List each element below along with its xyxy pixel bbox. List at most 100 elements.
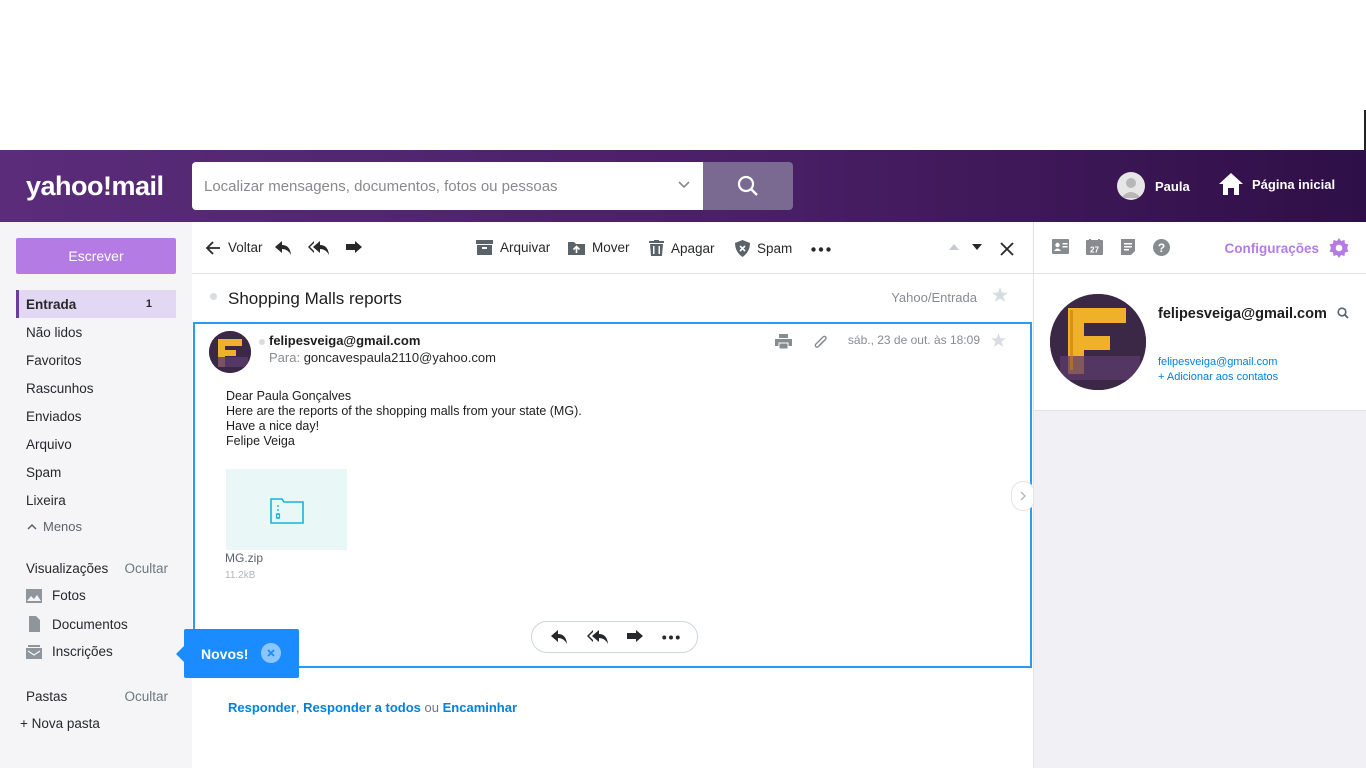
right-panel: 27 ? Configurações felipesveiga@gmail.co… (1033, 222, 1366, 768)
toast-close-button[interactable] (261, 643, 281, 663)
quick-actions-pill (531, 621, 698, 653)
chevron-right-icon (1020, 491, 1026, 501)
expand-panel-button[interactable] (1011, 481, 1035, 511)
recipient-email[interactable]: goncavespaula2110@yahoo.com (304, 350, 496, 365)
or-text: ou (424, 700, 439, 715)
body-line: Here are the reports of the shopping mal… (226, 404, 582, 418)
reply-icon[interactable] (549, 629, 569, 645)
reply-all-icon[interactable] (308, 240, 330, 256)
user-profile[interactable]: Paula (1117, 172, 1190, 200)
folder-path: Yahoo/Entrada (891, 290, 977, 305)
search-input[interactable] (192, 162, 662, 210)
reply-all-link[interactable]: Responder a todos (303, 700, 421, 715)
more-options-icon[interactable] (811, 247, 831, 252)
folder-trash[interactable]: Lixeira (16, 486, 176, 514)
attachment-thumbnail[interactable] (226, 469, 347, 550)
folder-archive[interactable]: Arquivo (16, 430, 176, 458)
move-button[interactable]: Mover (568, 240, 630, 255)
folder-unread[interactable]: Não lidos (16, 318, 176, 346)
gear-icon[interactable] (1329, 238, 1349, 258)
folder-label: Arquivo (26, 436, 72, 452)
message-star-icon[interactable] (991, 333, 1006, 347)
message-body: Dear Paula Gonçalves Here are the report… (226, 389, 582, 449)
folder-label: Enviados (26, 408, 82, 424)
view-photos[interactable]: Fotos (26, 588, 86, 603)
folder-label: Spam (26, 464, 62, 480)
view-subscriptions[interactable]: Inscrições (26, 644, 113, 659)
folder-inbox[interactable]: Entrada 1 (16, 290, 176, 318)
attachment-name[interactable]: MG.zip (225, 551, 263, 565)
back-button[interactable]: Voltar (206, 240, 263, 255)
read-status-dot[interactable] (210, 293, 217, 300)
next-message-icon[interactable] (971, 243, 983, 251)
contact-avatar[interactable] (1050, 294, 1146, 390)
folders-hide-link[interactable]: Ocultar (124, 689, 168, 704)
message-subject: Shopping Malls reports (228, 289, 402, 308)
to-label: Para: (269, 350, 301, 365)
folder-label: Lixeira (26, 492, 66, 508)
print-icon[interactable] (775, 334, 792, 349)
message-toolbar: Voltar Arquivar Mover Apagar Spam (192, 222, 1033, 274)
view-label: Documentos (52, 616, 128, 632)
views-hide-link[interactable]: Ocultar (124, 561, 168, 576)
sender-status-dot (259, 339, 265, 345)
add-contact-link[interactable]: + Adicionar aos contatos (1158, 371, 1278, 383)
folder-sent[interactable]: Enviados (16, 402, 176, 430)
close-icon (267, 649, 275, 657)
chevron-up-icon (27, 523, 37, 530)
contact-email-link[interactable]: felipesveiga@gmail.com (1158, 356, 1277, 368)
compose-button[interactable]: Escrever (16, 238, 176, 274)
view-documents[interactable]: Documentos (26, 616, 128, 632)
blank-top-area (0, 0, 1366, 150)
folder-spam[interactable]: Spam (16, 458, 176, 486)
letter-f-avatar-image (1050, 294, 1146, 390)
folder-label: Rascunhos (26, 380, 94, 396)
photo-icon (26, 588, 42, 603)
more-options-icon[interactable] (662, 635, 680, 640)
subscriptions-icon (26, 644, 42, 659)
spam-button[interactable]: Spam (735, 240, 792, 257)
reply-all-icon[interactable] (586, 629, 609, 645)
previous-message-icon[interactable] (948, 243, 960, 251)
contact-card: felipesveiga@gmail.com felipesveiga@gmai… (1034, 274, 1366, 411)
attachment-icon[interactable] (814, 334, 828, 350)
archive-button[interactable]: Arquivar (476, 240, 550, 255)
sender-avatar[interactable] (209, 331, 251, 373)
trash-icon (649, 240, 664, 256)
chevron-down-icon[interactable] (677, 178, 691, 192)
view-label: Fotos (52, 588, 86, 603)
delete-button[interactable]: Apagar (649, 240, 715, 256)
forward-icon[interactable] (345, 240, 363, 256)
home-icon (1219, 173, 1243, 195)
reply-link[interactable]: Responder (228, 700, 296, 715)
search-box[interactable] (192, 162, 703, 210)
home-link[interactable]: Página inicial (1218, 172, 1335, 196)
reply-icon[interactable] (274, 240, 292, 256)
sender-email[interactable]: felipesveiga@gmail.com (269, 333, 420, 348)
new-folder-link[interactable]: + Nova pasta (20, 716, 100, 731)
notepad-icon[interactable] (1121, 239, 1135, 255)
star-icon[interactable] (992, 287, 1008, 302)
new-features-tooltip: Novos! (176, 629, 299, 678)
settings-link[interactable]: Configurações (1224, 241, 1319, 256)
document-icon (29, 616, 40, 632)
forward-icon[interactable] (626, 629, 644, 645)
contacts-icon[interactable] (1052, 239, 1069, 254)
calendar-day: 27 (1090, 246, 1099, 255)
body-line: Dear Paula Gonçalves (226, 389, 352, 403)
show-less-toggle[interactable]: Menos (26, 519, 82, 534)
contact-name: felipesveiga@gmail.com (1158, 306, 1327, 322)
unread-count: 1 (145, 298, 152, 310)
help-icon[interactable]: ? (1153, 239, 1170, 256)
user-avatar (1117, 172, 1145, 200)
yahoo-mail-logo[interactable]: yahoo!mail (26, 171, 164, 202)
folder-drafts[interactable]: Rascunhos (16, 374, 176, 402)
forward-link[interactable]: Encaminhar (443, 700, 517, 715)
calendar-icon[interactable]: 27 (1086, 239, 1103, 255)
search-button[interactable] (703, 162, 793, 210)
search-icon[interactable] (1337, 307, 1349, 319)
arrow-left-icon (206, 240, 220, 255)
close-icon[interactable] (1000, 242, 1014, 256)
folder-label: Favoritos (26, 352, 82, 368)
folder-favorites[interactable]: Favoritos (16, 346, 176, 374)
